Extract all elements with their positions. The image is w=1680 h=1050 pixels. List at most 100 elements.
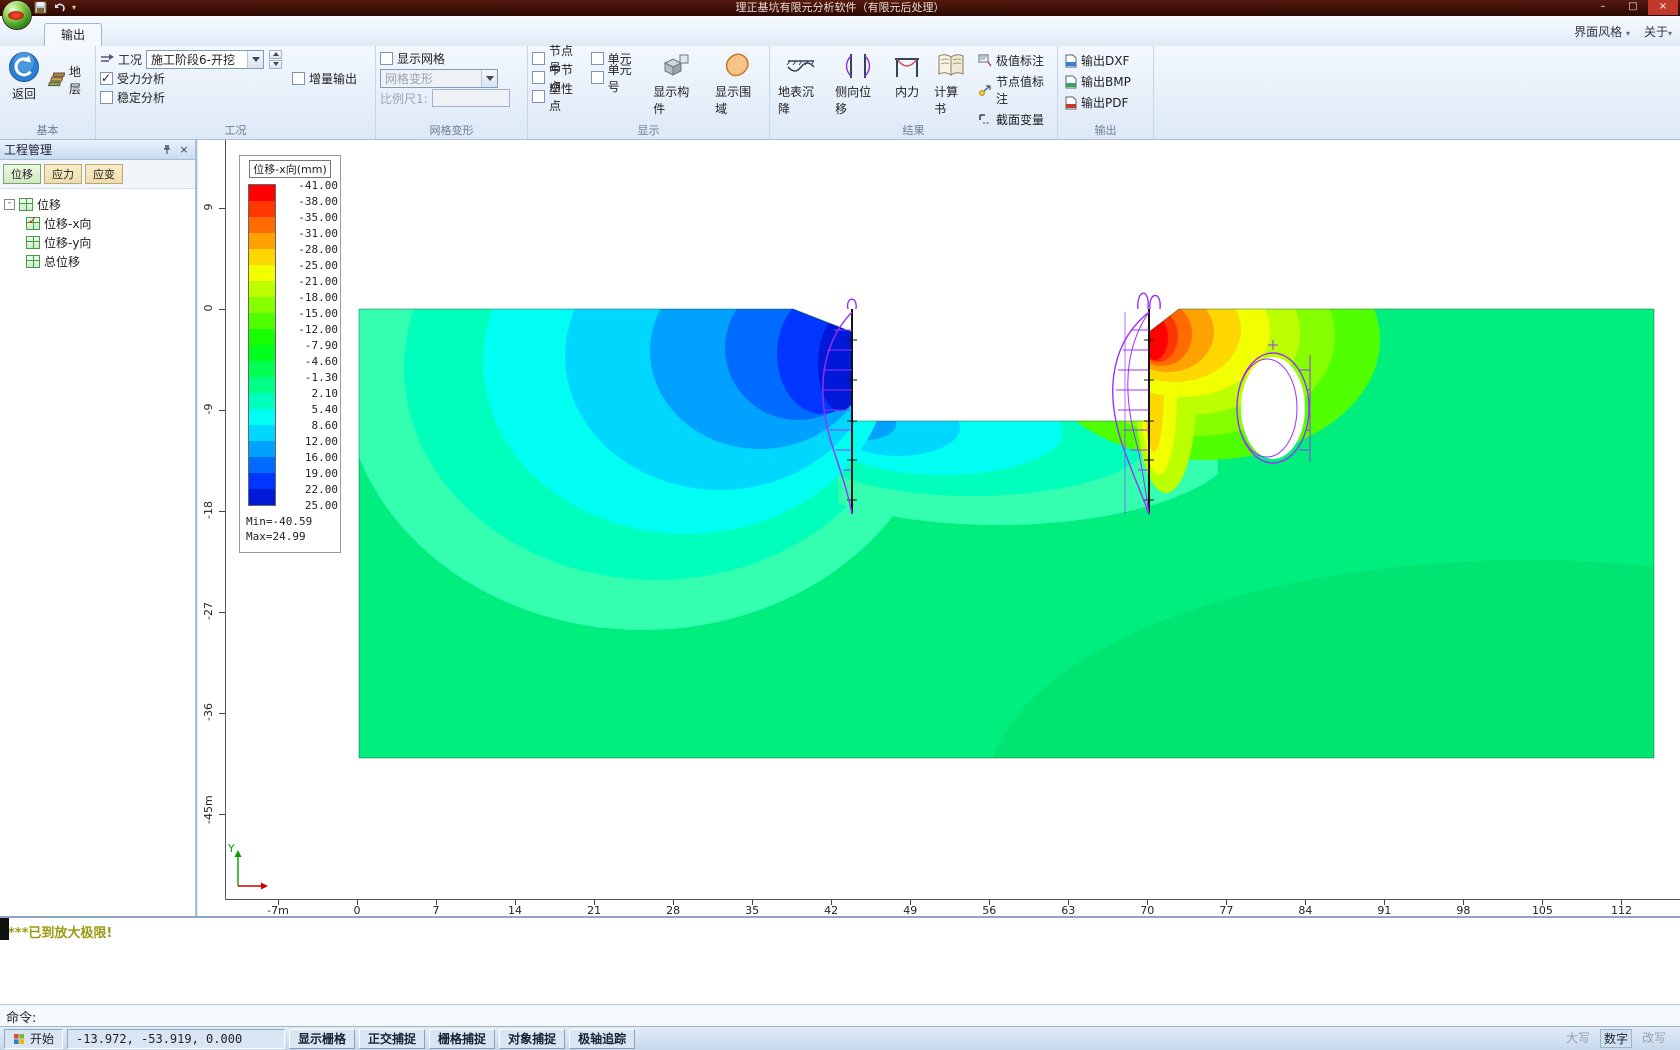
show-member-button[interactable]: 显示构件 (649, 49, 703, 119)
layers-icon (48, 72, 65, 87)
extreme-icon (978, 54, 992, 67)
table-icon (26, 255, 40, 268)
node-value-icon (978, 84, 992, 97)
mesh-deform-combobox: 网格变形 (380, 69, 498, 88)
lateral-displacement-button[interactable]: 侧向位移 (831, 49, 884, 129)
pdf-file-icon (1064, 96, 1077, 110)
about-menu[interactable]: 关于▾ (1644, 23, 1672, 40)
tab-stress[interactable]: 应力 (44, 164, 82, 184)
ribbon-group-output: 输出DXF 输出BMP 输出PDF 输出 (1058, 46, 1154, 139)
toggle-show-grid[interactable]: 显示栅格 (289, 1029, 355, 1049)
internal-force-icon (892, 51, 922, 81)
scale-input (432, 89, 510, 107)
message-pane: ***已到放大极限! (0, 916, 1680, 1004)
statusbar: 开始 -13.972, -53.919, 0.000 显示栅格 正交捕捉 栅格捕… (0, 1026, 1680, 1050)
ime-overwrite: 改写 (1642, 1029, 1666, 1048)
export-dxf-button[interactable]: 输出DXF (1062, 51, 1149, 70)
undo-icon[interactable] (53, 1, 66, 14)
model-canvas[interactable]: Y 位移-x向(mm) -41.00-38.00-35.00-31.00-28.… (198, 140, 1680, 916)
command-label: 命令: (6, 1011, 36, 1026)
ribbon: 返回 地层 基本 工况 (0, 46, 1680, 140)
tree-node-displacement[interactable]: - 位移 (4, 195, 191, 214)
contour-legend: 位移-x向(mm) -41.00-38.00-35.00-31.00-28.00… (239, 155, 341, 553)
stability-analysis-checkbox[interactable]: 稳定分析 (100, 88, 282, 107)
stage-spinner[interactable] (269, 50, 282, 69)
show-mesh-checkbox[interactable]: 显示网格 (380, 49, 523, 68)
ground-settlement-button[interactable]: 地表沉降 (774, 49, 827, 129)
pin-icon[interactable] (160, 143, 174, 157)
cursor-coordinates: -13.972, -53.919, 0.000 (67, 1029, 285, 1049)
active-check-icon: ✓ (28, 214, 37, 227)
tab-strain[interactable]: 应变 (85, 164, 123, 184)
element-number-checkbox[interactable]: 单元号 (591, 68, 642, 87)
project-manager-panel: 工程管理 × 位移 应力 应变 - 位移 ✓ 位移-x向 位移-y (0, 140, 197, 916)
app-menu-button[interactable] (2, 0, 32, 30)
panel-title: 工程管理 (4, 141, 52, 158)
tree-item-total-displacement[interactable]: 总位移 (26, 252, 191, 271)
minimize-button[interactable]: – (1588, 0, 1618, 15)
internal-force-button[interactable]: 内力 (888, 49, 926, 129)
collapse-icon[interactable]: - (4, 199, 15, 210)
quick-access-toolbar: ▾ (34, 1, 76, 14)
lateral-icon (843, 51, 873, 81)
chevron-down-icon: ▾ (1668, 29, 1672, 38)
save-icon[interactable] (34, 1, 47, 14)
back-button[interactable]: 返回 (4, 49, 44, 104)
toggle-polar-tracking[interactable]: 极轴追踪 (569, 1029, 635, 1049)
toggle-ortho-snap[interactable]: 正交捕捉 (359, 1029, 425, 1049)
checkbox-icon (292, 72, 305, 85)
titlebar: ▾ 理正基坑有限元分析软件（有限元后处理） – □ × (0, 0, 1680, 16)
result-category-tabs: 位移 应力 应变 (0, 160, 195, 189)
axis-indicator: Y (227, 842, 268, 890)
panel-edge-handle[interactable] (0, 918, 9, 940)
legend-min: Min=-40.59 (246, 514, 340, 529)
qat-dropdown-icon[interactable]: ▾ (72, 3, 76, 12)
contour-plot: Y (198, 140, 1680, 916)
settlement-icon (786, 51, 816, 81)
plastic-point-checkbox[interactable]: 塑性点 (532, 87, 583, 106)
checkbox-icon (532, 71, 545, 84)
report-button[interactable]: 计算书 (930, 49, 972, 129)
strata-button[interactable]: 地层 (46, 55, 91, 104)
combo-arrow-icon (247, 51, 263, 68)
result-tree: - 位移 ✓ 位移-x向 位移-y向 总位移 (0, 189, 195, 277)
ribbon-group-result: 地表沉降 侧向位移 内力 (770, 46, 1058, 139)
member-icon (661, 51, 691, 81)
book-icon (936, 51, 966, 81)
maximize-button[interactable]: □ (1618, 0, 1648, 15)
ime-num: 数字 (1600, 1029, 1632, 1048)
panel-close-icon[interactable]: × (177, 143, 191, 157)
checkbox-icon (591, 71, 604, 84)
toggle-object-snap[interactable]: 对象捕捉 (499, 1029, 565, 1049)
table-icon (26, 236, 40, 249)
ruler-horizontal: -7m0714212835424956637077849198105112 (225, 899, 1680, 916)
export-bmp-button[interactable]: 输出BMP (1062, 72, 1149, 91)
force-analysis-checkbox[interactable]: 受力分析 (100, 69, 282, 88)
extreme-label-button[interactable]: 极值标注 (976, 51, 1053, 70)
stage-combobox[interactable]: 施工阶段6-开挖 (146, 50, 264, 69)
tree-item-displacement-y[interactable]: 位移-y向 (26, 233, 191, 252)
show-domain-button[interactable]: 显示围域 (711, 49, 765, 119)
checkbox-icon (591, 52, 604, 65)
ribbon-group-case: 工况 施工阶段6-开挖 受力分析 稳定分析 (96, 46, 376, 139)
back-icon (8, 51, 40, 83)
toggle-grid-snap[interactable]: 栅格捕捉 (429, 1029, 495, 1049)
zoom-limit-message: ***已到放大极限! (8, 922, 1672, 941)
table-active-icon: ✓ (26, 217, 40, 230)
table-icon (19, 198, 33, 211)
ime-caps: 大写 (1566, 1029, 1590, 1048)
checkbox-icon (380, 52, 393, 65)
incremental-output-checkbox[interactable]: 增量输出 (292, 69, 357, 88)
command-line[interactable]: 命令: (0, 1004, 1680, 1026)
legend-colorbar (248, 184, 276, 506)
node-value-label-button[interactable]: 节点值标注 (976, 72, 1053, 108)
tab-displacement[interactable]: 位移 (3, 164, 41, 184)
tree-item-displacement-x[interactable]: ✓ 位移-x向 (26, 214, 191, 233)
ime-indicators: 大写 数字 改写 (1566, 1029, 1676, 1048)
checkbox-checked-icon (100, 72, 113, 85)
interface-style-menu[interactable]: 界面风格 ▾ (1574, 23, 1630, 40)
start-button[interactable]: 开始 (4, 1029, 63, 1049)
export-pdf-button[interactable]: 输出PDF (1062, 93, 1149, 112)
close-button[interactable]: × (1648, 0, 1678, 15)
tab-output[interactable]: 输出 (44, 23, 102, 46)
